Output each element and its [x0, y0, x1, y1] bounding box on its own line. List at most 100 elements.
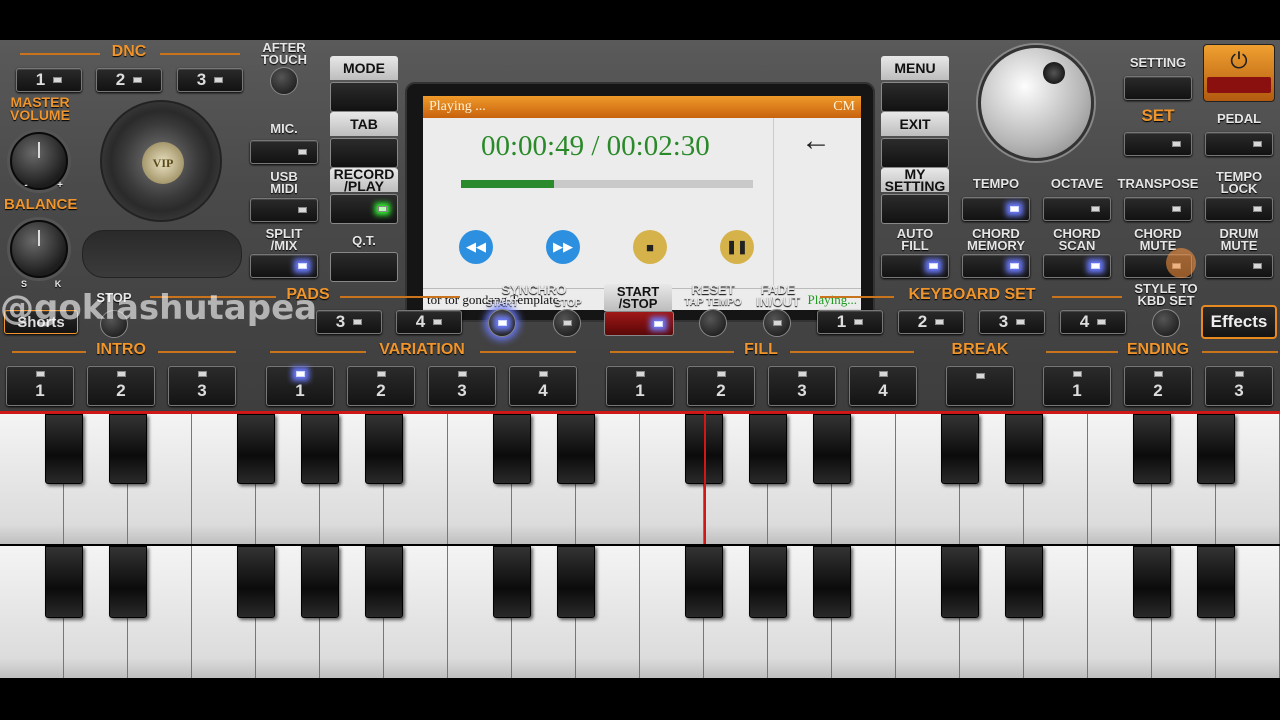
black-key[interactable] [1133, 414, 1171, 484]
kbd-set-button-1[interactable]: 1 [817, 310, 883, 334]
style-to-kbd-button[interactable] [1152, 309, 1180, 337]
menu-button[interactable] [881, 82, 949, 112]
rewind-icon[interactable]: ◀◀ [459, 230, 493, 264]
black-key[interactable] [1197, 546, 1235, 618]
break-button[interactable] [946, 366, 1014, 406]
variation-line-right [480, 351, 576, 353]
black-key[interactable] [365, 414, 403, 484]
synchro-start-button[interactable] [488, 309, 516, 337]
progress-bar[interactable] [461, 180, 753, 188]
variation-button-1[interactable]: 1 [266, 366, 334, 406]
dnc-button-2[interactable]: 2 [96, 68, 162, 92]
power-button[interactable]: ⏻ [1203, 44, 1275, 102]
black-key[interactable] [557, 546, 595, 618]
kbd-set-button-3[interactable]: 3 [979, 310, 1045, 334]
black-key[interactable] [109, 414, 147, 484]
fill-button-3[interactable]: 3 [768, 366, 836, 406]
keyboard-lower[interactable] [0, 546, 1280, 678]
variation-button-3[interactable]: 3 [428, 366, 496, 406]
pitch-strip[interactable] [82, 230, 242, 278]
dnc-button-1[interactable]: 1 [16, 68, 82, 92]
menu-label: MENU [881, 56, 949, 80]
chord-memory-button[interactable] [962, 254, 1030, 278]
split-mix-button[interactable] [250, 254, 318, 278]
black-key[interactable] [813, 546, 851, 618]
mode-button[interactable] [330, 82, 398, 112]
black-key[interactable] [557, 414, 595, 484]
tab-label: TAB [330, 112, 398, 136]
pad-button-3[interactable]: 3 [316, 310, 382, 334]
black-key[interactable] [813, 414, 851, 484]
fast-forward-icon[interactable]: ▶▶ [546, 230, 580, 264]
dnc-button-3[interactable]: 3 [177, 68, 243, 92]
intro-button-1[interactable]: 1 [6, 366, 74, 406]
ending-button-2[interactable]: 2 [1124, 366, 1192, 406]
black-key[interactable] [301, 546, 339, 618]
my-setting-button[interactable] [881, 194, 949, 224]
stop-icon[interactable]: ■ [633, 230, 667, 264]
variation-line-left [270, 351, 366, 353]
black-key[interactable] [45, 546, 83, 618]
black-key[interactable] [493, 546, 531, 618]
fade-button[interactable] [763, 309, 791, 337]
start-stop-label: START /STOP [604, 284, 672, 311]
black-key[interactable] [109, 546, 147, 618]
octave-button[interactable] [1043, 197, 1111, 221]
tempo-lock-button[interactable] [1205, 197, 1273, 221]
reset-button[interactable] [699, 309, 727, 337]
qt-button[interactable] [330, 252, 398, 282]
start-stop-button[interactable] [604, 311, 674, 336]
variation-button-4[interactable]: 4 [509, 366, 577, 406]
ending-button-1[interactable]: 1 [1043, 366, 1111, 406]
variation-button-2[interactable]: 2 [347, 366, 415, 406]
dnc-line-right [160, 53, 240, 55]
kbd-set-button-2[interactable]: 2 [898, 310, 964, 334]
black-key[interactable] [45, 414, 83, 484]
fill-button-1[interactable]: 1 [606, 366, 674, 406]
black-key[interactable] [237, 546, 275, 618]
pedal-button[interactable] [1205, 132, 1273, 156]
black-key[interactable] [493, 414, 531, 484]
after-touch-button[interactable] [270, 67, 298, 95]
keyboard-upper[interactable] [0, 414, 1280, 544]
pads-line-right [340, 296, 460, 298]
kbd-set-button-4[interactable]: 4 [1060, 310, 1126, 334]
fill-button-4[interactable]: 4 [849, 366, 917, 406]
keyboard-set-title: KEYBOARD SET [908, 286, 1036, 303]
intro-button-3[interactable]: 3 [168, 366, 236, 406]
black-key[interactable] [1133, 546, 1171, 618]
auto-fill-button[interactable] [881, 254, 949, 278]
record-play-button[interactable] [330, 194, 398, 224]
black-key[interactable] [1197, 414, 1235, 484]
effects-button[interactable]: Effects [1201, 305, 1277, 339]
intro-button-2[interactable]: 2 [87, 366, 155, 406]
pause-icon[interactable]: ❚❚ [720, 230, 754, 264]
black-key[interactable] [1005, 546, 1043, 618]
black-key[interactable] [237, 414, 275, 484]
balance-knob[interactable] [10, 220, 68, 278]
exit-button[interactable] [881, 138, 949, 168]
usb-midi-button[interactable] [250, 198, 318, 222]
black-key[interactable] [685, 546, 723, 618]
black-key[interactable] [941, 546, 979, 618]
black-key[interactable] [1005, 414, 1043, 484]
tempo-button[interactable] [962, 197, 1030, 221]
drum-mute-button[interactable] [1205, 254, 1273, 278]
fill-button-2[interactable]: 2 [687, 366, 755, 406]
black-key[interactable] [749, 546, 787, 618]
transpose-button[interactable] [1124, 197, 1192, 221]
ending-button-3[interactable]: 3 [1205, 366, 1273, 406]
chord-scan-button[interactable] [1043, 254, 1111, 278]
tab-button[interactable] [330, 138, 398, 168]
set-button[interactable] [1124, 132, 1192, 156]
setting-button[interactable] [1124, 76, 1192, 100]
black-key[interactable] [749, 414, 787, 484]
black-key[interactable] [301, 414, 339, 484]
arrow-left-icon[interactable]: ← [801, 124, 831, 158]
pad-button-4[interactable]: 4 [396, 310, 462, 334]
data-dial[interactable] [978, 45, 1094, 161]
synchro-stop-button[interactable] [553, 309, 581, 337]
black-key[interactable] [941, 414, 979, 484]
black-key[interactable] [365, 546, 403, 618]
mic-button[interactable] [250, 140, 318, 164]
